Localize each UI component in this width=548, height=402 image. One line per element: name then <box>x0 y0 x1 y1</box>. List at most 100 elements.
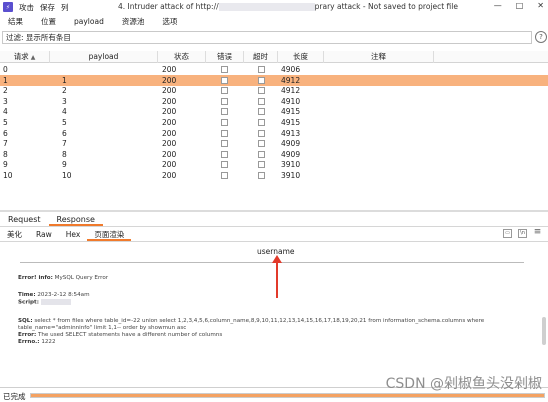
column-header-timeout[interactable]: 超时 <box>244 51 278 63</box>
cell-request: 5 <box>3 118 8 127</box>
cell-request: 0 <box>3 65 8 74</box>
cell-length: 4913 <box>281 128 301 138</box>
tab-request[interactable]: Request <box>0 214 49 226</box>
rendered-response: username Error! info: MySQL Query Error … <box>0 242 548 387</box>
tab-options[interactable]: 选项 <box>162 16 177 27</box>
timeout-checkbox <box>258 66 265 73</box>
red-arrow-head <box>272 255 282 263</box>
table-row[interactable]: 5 5 200 4915 <box>0 117 548 128</box>
window-controls: — □ ✕ <box>494 1 544 10</box>
column-header-request[interactable]: 请求 ▲ <box>0 51 50 63</box>
panel-divider[interactable] <box>0 210 548 212</box>
table-row[interactable]: 1 1 200 4912 <box>0 74 548 86</box>
table-row[interactable]: 2 2 200 4912 <box>0 85 548 96</box>
cell-payload: 8 <box>62 149 67 159</box>
cell-payload: 5 <box>62 118 67 127</box>
column-header-status[interactable]: 状态 <box>158 51 206 63</box>
error-checkbox <box>221 76 228 84</box>
column-header-comment[interactable]: 注释 <box>324 51 434 63</box>
cell-request: 9 <box>3 160 8 170</box>
error-checkbox <box>221 66 228 73</box>
tab-raw[interactable]: Raw <box>29 229 59 241</box>
cell-length: 4906 <box>281 65 301 74</box>
tab-pretty[interactable]: 美化 <box>0 229 29 241</box>
cell-payload: 4 <box>62 107 67 117</box>
title-menu-save[interactable]: 保存 <box>40 2 55 13</box>
menu-icon[interactable]: ≡ <box>533 228 542 238</box>
cell-request: 2 <box>3 86 8 96</box>
close-icon[interactable]: ✕ <box>537 1 544 10</box>
vertical-scrollbar[interactable] <box>542 317 546 345</box>
error-checkbox <box>221 140 228 148</box>
title-bar: ⚡ 攻击 保存 列 4. Intruder attack of http:// p… <box>0 0 548 14</box>
error-line: Error: The used SELECT statements have a… <box>18 332 223 338</box>
cell-payload: 3 <box>62 96 67 106</box>
table-row[interactable]: 10 10 200 3910 <box>0 170 548 181</box>
cell-length: 4912 <box>281 75 301 85</box>
script-line: Script: <box>18 299 71 307</box>
filter-bar[interactable]: 过滤: 显示所有条目 <box>2 31 532 44</box>
progress-fill <box>31 394 544 397</box>
tab-hex[interactable]: Hex <box>59 229 88 241</box>
cell-payload: 1 <box>62 75 67 85</box>
title-menu-columns[interactable]: 列 <box>61 2 69 13</box>
tab-positions[interactable]: 位置 <box>41 16 56 27</box>
cell-length: 4912 <box>281 86 301 96</box>
cell-length: 4909 <box>281 139 301 149</box>
menu-bar: 结果 位置 payload 资源池 选项 <box>0 14 548 28</box>
cell-status: 200 <box>162 171 177 180</box>
tab-payloads[interactable]: payload <box>74 17 104 26</box>
error-checkbox <box>221 119 228 126</box>
table-row[interactable]: 6 6 200 4913 <box>0 128 548 139</box>
cell-status: 200 <box>162 107 177 117</box>
error-checkbox <box>221 172 228 179</box>
cell-length: 3910 <box>281 160 301 170</box>
cell-length: 4909 <box>281 149 301 159</box>
cell-request: 6 <box>3 128 8 138</box>
table-row[interactable]: 8 8 200 4909 <box>0 149 548 160</box>
timeout-checkbox <box>258 129 265 137</box>
cell-status: 200 <box>162 65 177 74</box>
tab-response[interactable]: Response <box>48 214 103 226</box>
cell-status: 200 <box>162 96 177 106</box>
redacted-url <box>218 3 315 11</box>
table-row[interactable]: 7 7 200 4909 <box>0 138 548 149</box>
cell-payload: 2 <box>62 86 67 96</box>
error-checkbox <box>221 97 228 105</box>
column-header-length[interactable]: 长度 <box>278 51 324 63</box>
error-checkbox <box>221 161 228 169</box>
timeout-checkbox <box>258 97 265 105</box>
error-checkbox <box>221 129 228 137</box>
cell-request: 7 <box>3 139 8 149</box>
title-menu-attack[interactable]: 攻击 <box>19 2 34 13</box>
tab-resource-pool[interactable]: 资源池 <box>122 16 145 27</box>
cell-request: 10 <box>3 171 13 180</box>
sql-line-cont: table_name="adminninfo" limit 1,1-- orde… <box>18 325 187 331</box>
table-row[interactable]: 4 4 200 4915 <box>0 106 548 117</box>
cell-status: 200 <box>162 86 177 96</box>
cell-length: 3910 <box>281 171 301 180</box>
timeout-checkbox <box>258 161 265 169</box>
minimize-icon[interactable]: — <box>494 1 502 10</box>
timeout-checkbox <box>258 108 265 116</box>
window-title-prefix: 4. Intruder attack of http:// <box>118 2 219 11</box>
table-row[interactable]: 0 200 4906 <box>0 64 548 75</box>
table-row[interactable]: 3 3 200 4910 <box>0 96 548 107</box>
cell-status: 200 <box>162 118 177 127</box>
timeout-checkbox <box>258 87 265 95</box>
timeout-checkbox <box>258 119 265 126</box>
column-header-error[interactable]: 错误 <box>206 51 244 63</box>
split-vertical-icon[interactable]: \n <box>518 229 527 238</box>
cell-status: 200 <box>162 160 177 170</box>
tab-results[interactable]: 结果 <box>8 16 23 27</box>
help-icon[interactable]: ? <box>535 31 547 43</box>
maximize-icon[interactable]: □ <box>516 1 524 10</box>
table-row[interactable]: 9 9 200 3910 <box>0 159 548 170</box>
column-header-payload[interactable]: payload <box>50 51 158 63</box>
tab-render[interactable]: 页面渲染 <box>87 229 132 241</box>
watermark: CSDN @剁椒鱼头没剁椒 <box>385 376 542 392</box>
results-table: 请求 ▲ payload 状态 错误 超时 长度 注释 0 200 4906 1 1 200… <box>0 51 548 213</box>
timeout-checkbox <box>258 76 265 84</box>
split-horizontal-icon[interactable]: ▭ <box>503 229 512 238</box>
time-line: Time: 2023-2-12 8:54am <box>18 292 90 298</box>
